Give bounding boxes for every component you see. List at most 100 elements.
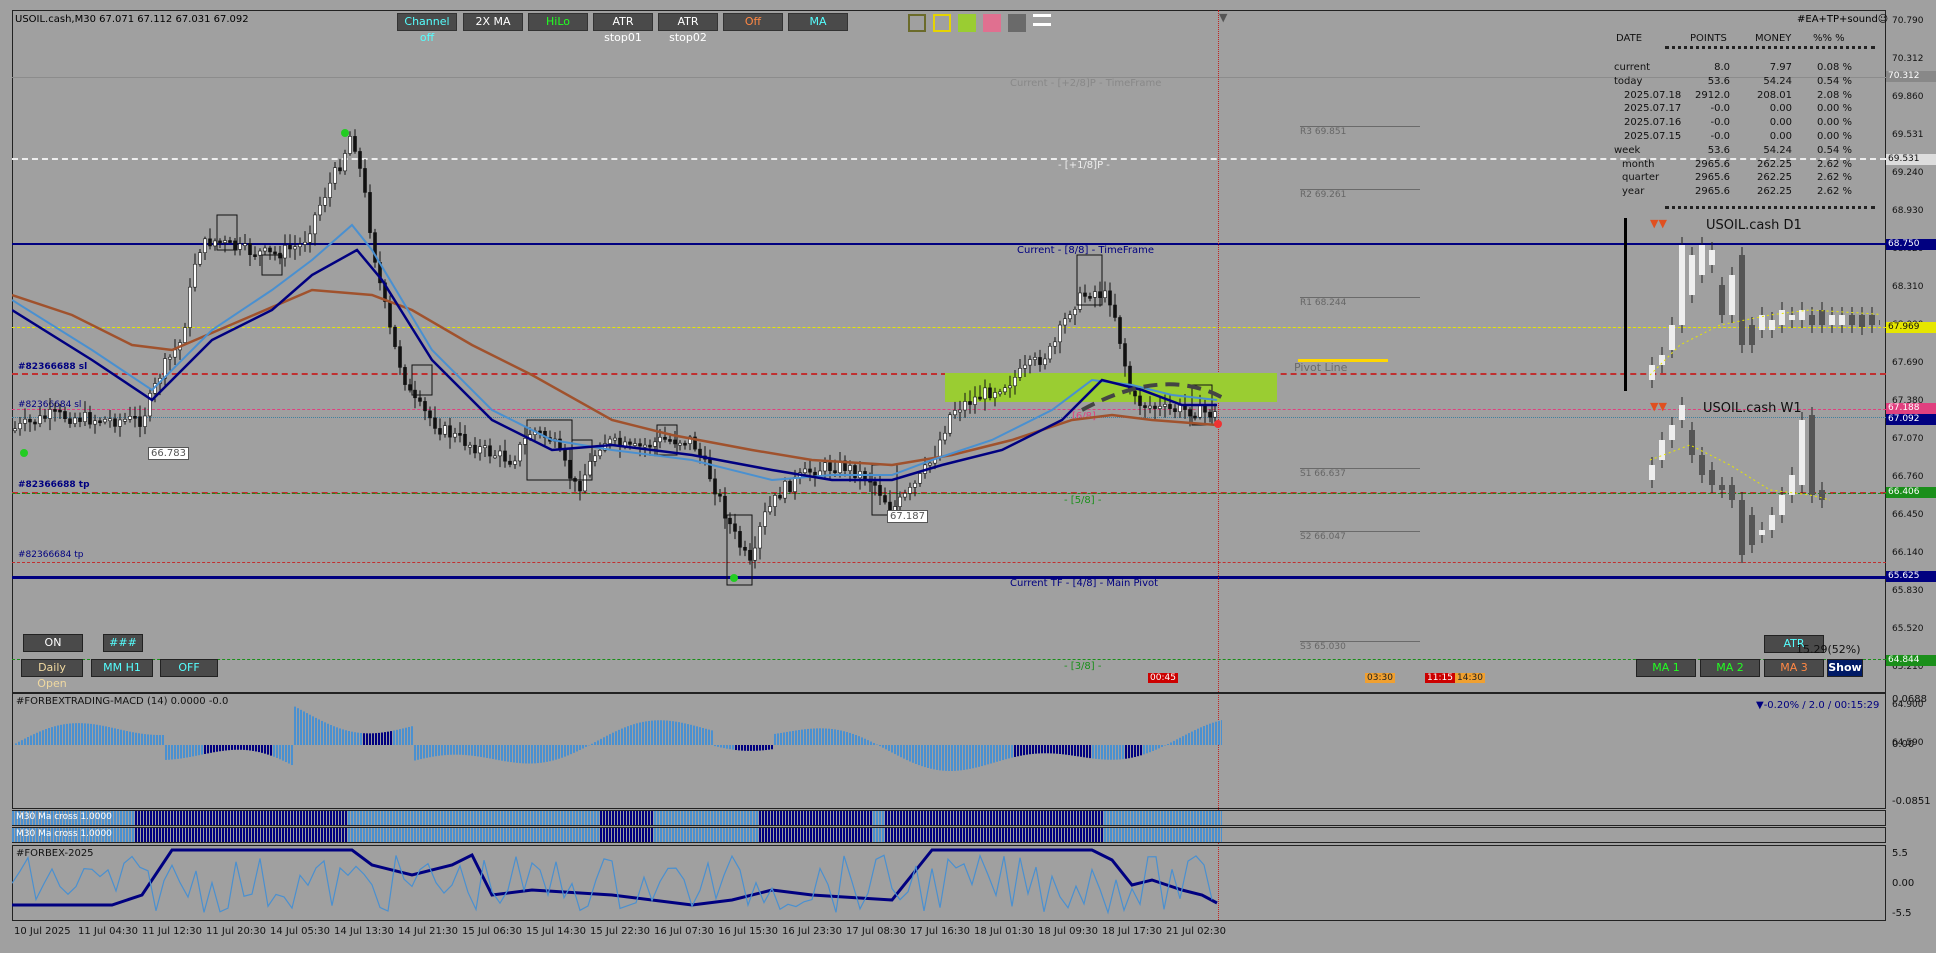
ma-cross-bar [912, 828, 914, 842]
ma-cross-bar [483, 811, 485, 825]
hash-button[interactable]: ### [103, 634, 143, 652]
price-axis-tick: 69.860 [1892, 92, 1924, 102]
macd-bar [402, 728, 404, 745]
macd-bar [153, 734, 155, 745]
off2-button[interactable]: OFF [160, 659, 218, 677]
ma-cross-bar [984, 828, 986, 842]
ma-cross-bar [561, 828, 563, 842]
ma-cross-bar [564, 811, 566, 825]
ma-cross-bar [144, 828, 146, 842]
ma2-button[interactable]: MA 2 [1700, 659, 1760, 677]
macd-bar [1011, 745, 1013, 758]
ma-cross-bar [588, 828, 590, 842]
ma-cross-bar [1203, 811, 1205, 825]
ma-cross-bar [231, 828, 233, 842]
ma-cross-bar [867, 828, 869, 842]
macd-bar [471, 745, 473, 756]
macd-bar [1017, 745, 1019, 757]
ma-cross-bar [606, 811, 608, 825]
price-tag: 68.750 [1886, 239, 1936, 250]
macd-bar [1020, 745, 1022, 756]
macd-bar [747, 745, 749, 751]
ma-cross-bar [1170, 828, 1172, 842]
candle-body [638, 443, 642, 447]
forbex-axis-top: 5.5 [1892, 848, 1908, 859]
on-button[interactable]: ON [23, 634, 83, 652]
macd-bar [849, 732, 851, 745]
show-button[interactable]: Show [1827, 659, 1863, 677]
ma-cross-bar [864, 828, 866, 842]
macd-bar [147, 734, 149, 745]
ma-cross-bar [486, 811, 488, 825]
ma-cross-bar [690, 828, 692, 842]
price-tag: 66.406 [1886, 487, 1936, 498]
ma-cross-bar [438, 828, 440, 842]
macd-bar [21, 740, 23, 745]
macd-bar [354, 732, 356, 745]
ma-cross-bar [525, 828, 527, 842]
ma-cross-bar [495, 811, 497, 825]
ma-cross-bar [729, 828, 731, 842]
ma-cross-bar [1089, 811, 1091, 825]
macd-bar [357, 732, 359, 745]
ma-cross-bar [246, 811, 248, 825]
ma-cross-bar [258, 828, 260, 842]
ma-cross-bar [672, 811, 674, 825]
ma-cross-bar [840, 828, 842, 842]
forbex-axis-bot: -5.5 [1892, 908, 1912, 919]
ma-cross-bar [117, 828, 119, 842]
ma-cross-bar [1188, 811, 1190, 825]
daily-open-button[interactable]: Daily Open [21, 659, 83, 690]
ma-cross-bar [1071, 811, 1073, 825]
ma-cross-bar [576, 811, 578, 825]
table-header-points: POINTS [1690, 33, 1727, 44]
time-axis-label: 21 Jul 02:30 [1166, 926, 1226, 937]
macd-bar [321, 720, 323, 745]
candle-body [628, 441, 632, 445]
candle-body [98, 420, 102, 424]
ma-cross-bar [1041, 828, 1043, 842]
ma-cross-bar [195, 828, 197, 842]
ma-cross-bar [432, 828, 434, 842]
ma-cross-bar [390, 828, 392, 842]
table-cell: 2025.07.16 [1624, 117, 1682, 129]
macd-bar [1035, 745, 1037, 754]
ma-cross-bar [126, 828, 128, 842]
mm-h1-button[interactable]: MM H1 [91, 659, 153, 677]
macd-bar [618, 729, 620, 745]
candle-body [1113, 304, 1117, 318]
d1-candle-body [1719, 285, 1725, 315]
ma-cross-bar [1035, 828, 1037, 842]
ma-cross-bar [786, 811, 788, 825]
ma-cross-bar [219, 811, 221, 825]
ma-cross-bar [540, 811, 542, 825]
d1-candle-body [1699, 245, 1705, 275]
ma-cross-bar [1050, 828, 1052, 842]
ma-cross-bar [207, 811, 209, 825]
candle-body [338, 167, 342, 172]
ma3-button[interactable]: MA 3 [1764, 659, 1824, 677]
ma1-button[interactable]: MA 1 [1636, 659, 1696, 677]
macd-bar [390, 731, 392, 745]
macd-bar [1026, 745, 1028, 755]
macd-bar [36, 732, 38, 745]
ma-cross-bar [756, 828, 758, 842]
ma-cross-bar [972, 811, 974, 825]
macd-bar [129, 731, 131, 745]
ma-cross-bar [597, 811, 599, 825]
ma-cross-bar [837, 811, 839, 825]
candle-body [1178, 405, 1182, 413]
r3-label: R3 69.851 [1300, 127, 1347, 137]
ma-cross-bar [954, 828, 956, 842]
macd-bar [732, 745, 734, 750]
macd-bar [834, 729, 836, 745]
ma-cross-bar [1185, 828, 1187, 842]
ma-cross-bar [996, 828, 998, 842]
macd-bar [411, 726, 413, 745]
ma-cross-bar [114, 811, 116, 825]
macd-bar [558, 745, 560, 759]
w1-candle-body [1699, 455, 1705, 475]
price-axis[interactable]: 70.79070.31269.86069.53169.24068.93068.6… [1886, 10, 1936, 748]
ma-cross-bar [1107, 828, 1109, 842]
ma-cross-bar [1197, 828, 1199, 842]
